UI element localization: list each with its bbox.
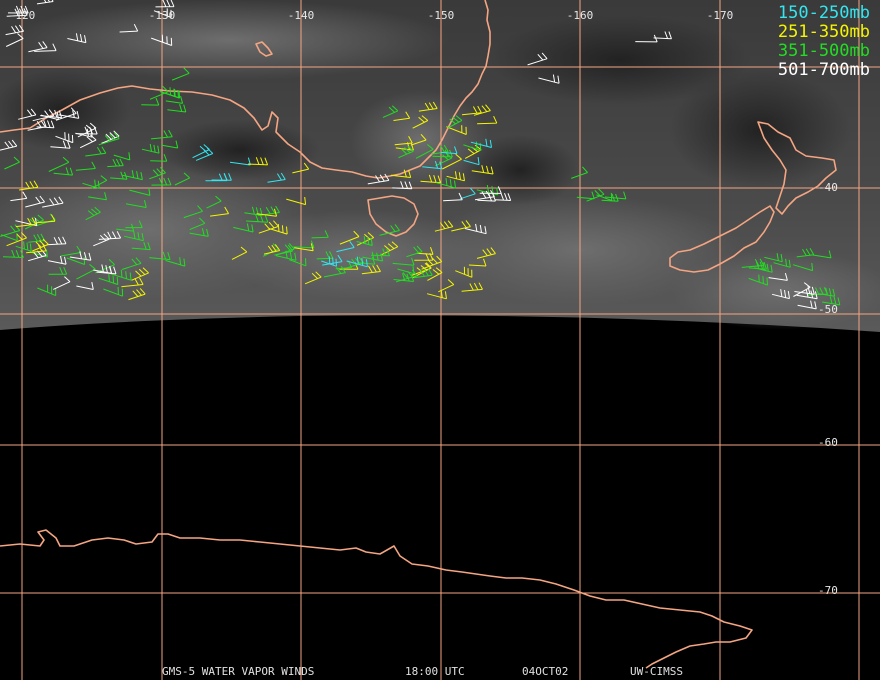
antarctica-coast (0, 529, 753, 669)
longitude-label: -140 (287, 9, 315, 22)
product-title: GMS-5 WATER VAPOR WINDS (162, 665, 315, 678)
water-vapor-imagery (0, 0, 880, 332)
latitude-label: -70 (818, 584, 838, 597)
valid-time: 18:00 UTC (405, 665, 465, 678)
latitude-label: -40 (818, 181, 838, 194)
longitude-label: -170 (706, 9, 734, 22)
pressure-legend: 150-250mb 251-350mb 351-500mb 501-700mb (778, 4, 870, 80)
image-date: 04OCT02 (522, 665, 569, 678)
longitude-label: -150 (427, 9, 455, 22)
legend-entry: 351-500mb (777, 41, 870, 61)
legend-entry: 150-250mb (777, 3, 870, 23)
image-caption: GMS-5 WATER VAPOR WINDS 18:00 UTC 04OCT0… (0, 665, 880, 679)
legend-entry: 501-700mb (777, 60, 870, 80)
latitude-label: -60 (818, 436, 838, 449)
longitude-label: -120 (8, 9, 36, 22)
longitude-label: -160 (566, 9, 594, 22)
latitude-label: -50 (818, 303, 838, 316)
data-source: UW-CIMSS (630, 665, 683, 678)
longitude-label: -130 (148, 9, 176, 22)
water-vapor-map (0, 0, 880, 680)
legend-entry: 251-350mb (777, 22, 870, 42)
